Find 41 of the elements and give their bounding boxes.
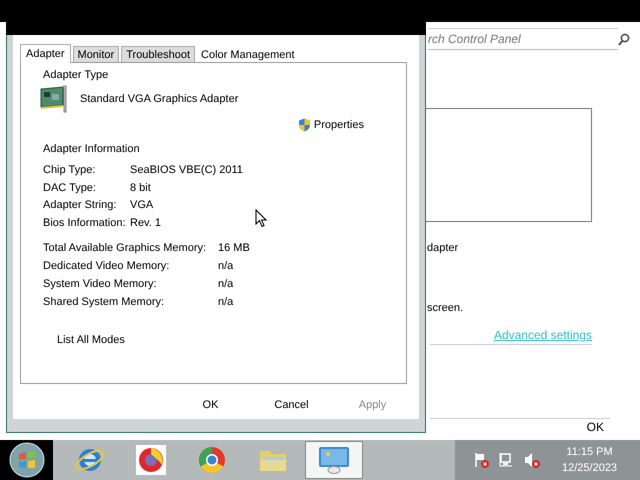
shield-icon [298,118,311,132]
adapter-name: Standard VGA Graphics Adapter [80,93,238,105]
field-value: 16 MB [218,242,250,254]
field-label: Adapter String: [43,199,116,211]
field-value: n/a [218,296,234,308]
flag-error-icon[interactable] [473,451,491,469]
clock-time: 11:15 PM [566,445,613,460]
tab[interactable]: Troubleshoot [121,46,196,62]
field-value: 8 bit [130,182,151,194]
fox-globe-icon [136,445,166,475]
field-label: System Video Memory: [43,278,157,290]
taskbar-app-button[interactable] [305,441,363,479]
clock-date: 12/25/2023 [562,461,618,476]
windows-logo-icon [8,442,44,478]
section-heading: Adapter Type [43,69,110,83]
field-label: Shared System Memory: [43,296,164,308]
speaker-muted-icon[interactable] [523,451,541,469]
body-text: dapter [427,242,458,254]
ok-button[interactable]: OK [580,419,610,435]
pointer-icon [255,209,267,228]
field-value: SeaBIOS VBE(C) 2011 [130,164,243,176]
field-label: Bios Information: [43,216,126,228]
section-heading: Adapter Information [43,143,141,157]
field-label: Chip Type: [43,164,96,176]
start-button[interactable] [0,440,53,480]
field-value: Rev. 1 [130,216,161,228]
tab[interactable]: Monitor [72,46,120,62]
properties-button[interactable]: Properties [298,116,364,134]
search-icon[interactable] [618,32,630,46]
field-label: DAC Type: [43,182,96,194]
field-value: n/a [218,278,234,290]
field-value: VGA [130,199,154,211]
body-text: screen. [427,302,464,314]
graphics-card-icon [39,85,69,113]
field-label: Dedicated Video Memory: [43,260,170,272]
field-value: n/a [218,260,234,272]
display-settings-icon [316,445,352,475]
tab[interactable]: Adapter [20,44,71,63]
search-field[interactable]: rch Control Panel [428,28,618,50]
chrome-icon [197,445,227,475]
field-label: Total Available Graphics Memory: [43,242,206,254]
